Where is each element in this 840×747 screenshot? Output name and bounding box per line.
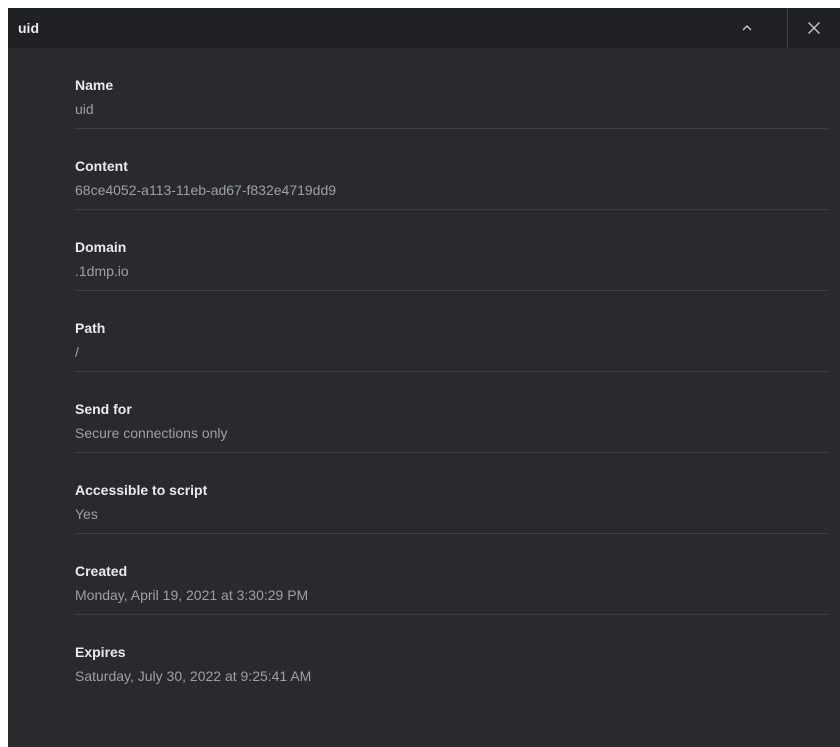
- field-domain: Domain .1dmp.io: [75, 210, 828, 291]
- field-content: Content 68ce4052-a113-11eb-ad67-f832e471…: [75, 129, 828, 210]
- cookie-detail-panel: uid Name uid Content 68ce4052-a113-11eb-…: [8, 8, 840, 747]
- field-value: .1dmp.io: [75, 263, 129, 279]
- field-send-for: Send for Secure connections only: [75, 372, 828, 453]
- field-label: Path: [75, 320, 106, 336]
- field-label: Content: [75, 158, 128, 174]
- collapse-button[interactable]: [715, 8, 779, 48]
- field-label: Send for: [75, 401, 132, 417]
- field-label: Domain: [75, 239, 127, 255]
- chevron-up-icon: [742, 25, 752, 31]
- field-value: 68ce4052-a113-11eb-ad67-f832e4719dd9: [75, 182, 337, 198]
- field-name: Name uid: [75, 48, 828, 129]
- panel-header: uid: [8, 8, 840, 48]
- cookie-title: uid: [18, 20, 39, 36]
- field-accessible-to-script: Accessible to script Yes: [75, 453, 828, 534]
- cookie-fields: Name uid Content 68ce4052-a113-11eb-ad67…: [75, 48, 828, 696]
- field-value: /: [75, 344, 79, 360]
- field-value: Monday, April 19, 2021 at 3:30:29 PM: [75, 587, 309, 603]
- field-value: Saturday, July 30, 2022 at 9:25:41 AM: [75, 668, 312, 684]
- field-label: Expires: [75, 644, 126, 660]
- field-label: Name: [75, 77, 114, 93]
- field-value: Secure connections only: [75, 425, 228, 441]
- close-button[interactable]: [788, 8, 840, 48]
- field-value: Yes: [75, 506, 98, 522]
- field-path: Path /: [75, 291, 828, 372]
- close-icon: [808, 22, 820, 34]
- field-label: Accessible to script: [75, 482, 208, 498]
- field-label: Created: [75, 563, 128, 579]
- header-actions: [715, 8, 840, 48]
- field-expires: Expires Saturday, July 30, 2022 at 9:25:…: [75, 615, 828, 696]
- field-created: Created Monday, April 19, 2021 at 3:30:2…: [75, 534, 828, 615]
- field-value: uid: [75, 101, 94, 117]
